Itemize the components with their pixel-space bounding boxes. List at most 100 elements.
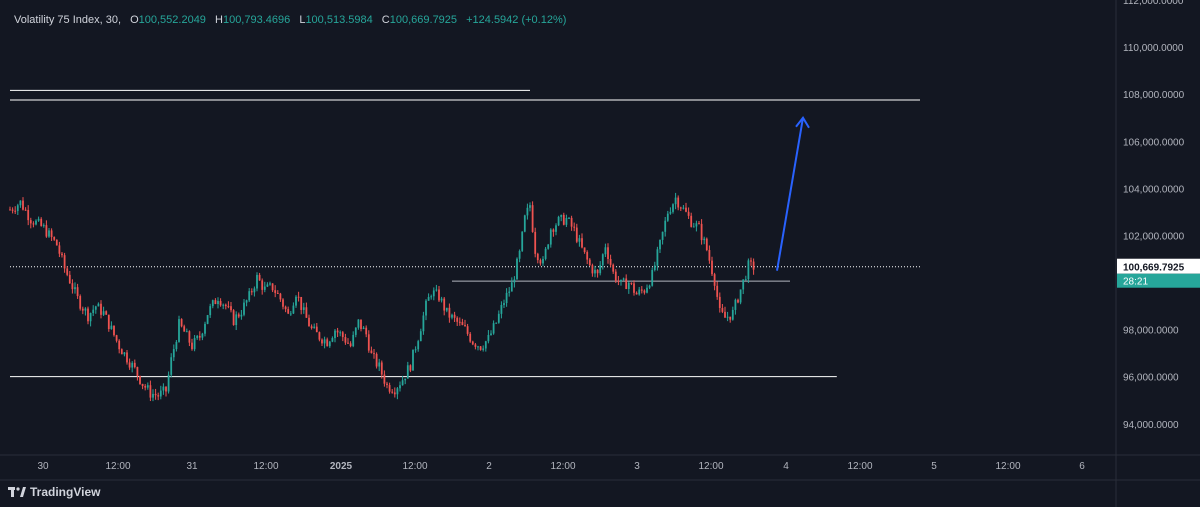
candle-body <box>513 279 516 283</box>
candle-body <box>627 282 630 289</box>
candle-body <box>560 214 563 217</box>
candle-body <box>474 344 477 347</box>
time-tick-label: 12:00 <box>402 461 427 472</box>
candle-body <box>724 311 726 318</box>
candle-body <box>245 300 248 303</box>
candle-body <box>170 357 173 375</box>
candle-body <box>685 207 687 212</box>
candle-body <box>81 308 84 311</box>
candle-body <box>295 296 297 306</box>
time-tick-label: 12:00 <box>550 461 575 472</box>
candle-body <box>737 299 739 303</box>
price-tick-label: 98,000.0000 <box>1123 326 1179 337</box>
candle-body <box>620 279 622 282</box>
candle-body <box>503 303 505 305</box>
candle-body <box>653 265 656 271</box>
candle-body <box>209 306 212 316</box>
candle-body <box>339 332 342 334</box>
time-tick-label: 12:00 <box>995 461 1020 472</box>
candle-body <box>357 319 360 328</box>
candle-body <box>638 289 641 295</box>
candle-body <box>313 326 316 329</box>
candle-body <box>713 274 716 286</box>
candle-body <box>76 287 79 297</box>
time-tick-label: 12:00 <box>698 461 723 472</box>
candle-body <box>61 253 63 256</box>
candle-body <box>354 327 357 335</box>
candle-body <box>388 385 391 392</box>
candle-body <box>401 380 404 386</box>
candle-body <box>66 268 69 275</box>
candle-body <box>508 291 511 293</box>
candle-body <box>586 252 589 260</box>
ohlc-legend: Volatility 75 Index, 30, O100,552.2049 H… <box>14 14 566 26</box>
candle-body <box>146 385 149 388</box>
candle-body <box>534 231 537 254</box>
candle-body <box>58 245 61 254</box>
candle-body <box>380 362 383 375</box>
price-tick-label: 108,000.0000 <box>1123 90 1185 101</box>
candle-body <box>308 317 310 327</box>
candle-body <box>16 205 19 211</box>
candle-body <box>42 225 45 227</box>
price-tick-label: 110,000.0000 <box>1123 43 1184 54</box>
price-chart[interactable]: 112,000.0000 110,000.0000 108,000.0000 106,… <box>0 0 1200 507</box>
candle-body <box>742 279 745 290</box>
brand-name: TradingView <box>30 485 101 499</box>
candle-body <box>747 260 750 280</box>
candle-body <box>435 289 438 291</box>
candle-body <box>349 343 352 347</box>
candle-body <box>669 211 672 214</box>
forecast-arrow[interactable] <box>776 117 804 271</box>
candle-body <box>185 331 188 333</box>
candle-body <box>269 283 271 285</box>
candle-body <box>396 388 399 395</box>
candle-body <box>443 298 446 311</box>
candle-body <box>708 250 711 261</box>
candle-body <box>284 306 287 310</box>
tradingview-logo[interactable]: TradingView <box>8 485 100 499</box>
candle-body <box>271 283 274 291</box>
candle-body <box>674 197 677 205</box>
candle-body <box>232 310 235 326</box>
candle-body <box>24 209 27 211</box>
time-tick-label: 31 <box>186 461 198 472</box>
candle-body <box>414 349 417 351</box>
candle-body <box>422 315 425 332</box>
candle-body <box>110 325 113 330</box>
candle-body <box>347 342 349 344</box>
tradingview-icon <box>8 487 26 497</box>
candle-body <box>544 248 547 259</box>
candle-body <box>115 335 118 341</box>
candle-body <box>334 330 336 339</box>
candle-body <box>175 341 178 350</box>
high-label: H <box>215 14 223 26</box>
candle-body <box>258 274 261 281</box>
candle-body <box>131 362 134 368</box>
price-tick-label: 104,000.0000 <box>1123 184 1185 195</box>
candle-body <box>297 296 300 298</box>
candle-body <box>412 349 414 371</box>
candle-body <box>139 375 141 384</box>
candle-body <box>274 290 277 293</box>
candle-body <box>438 289 440 301</box>
high-value: 100,793.4696 <box>222 14 291 26</box>
candle-body <box>323 339 326 344</box>
candle-body <box>583 247 586 253</box>
candle-body <box>404 378 407 381</box>
candle-body <box>440 298 443 301</box>
symbol-title[interactable]: Volatility 75 Index, 30, <box>14 14 121 26</box>
candle-body <box>482 348 485 350</box>
time-tick-label: 12:00 <box>105 461 130 472</box>
candle-body <box>154 393 157 396</box>
candle-body <box>292 305 295 314</box>
candle-body <box>305 307 308 318</box>
candle-body <box>214 300 217 305</box>
candle-body <box>217 301 219 305</box>
candle-body <box>9 209 11 211</box>
time-tick-label: 6 <box>1079 461 1085 472</box>
candle-body <box>536 253 539 261</box>
time-tick-label: 12:00 <box>253 461 278 472</box>
time-tick-label: 5 <box>931 461 937 472</box>
candle-body <box>464 325 466 327</box>
